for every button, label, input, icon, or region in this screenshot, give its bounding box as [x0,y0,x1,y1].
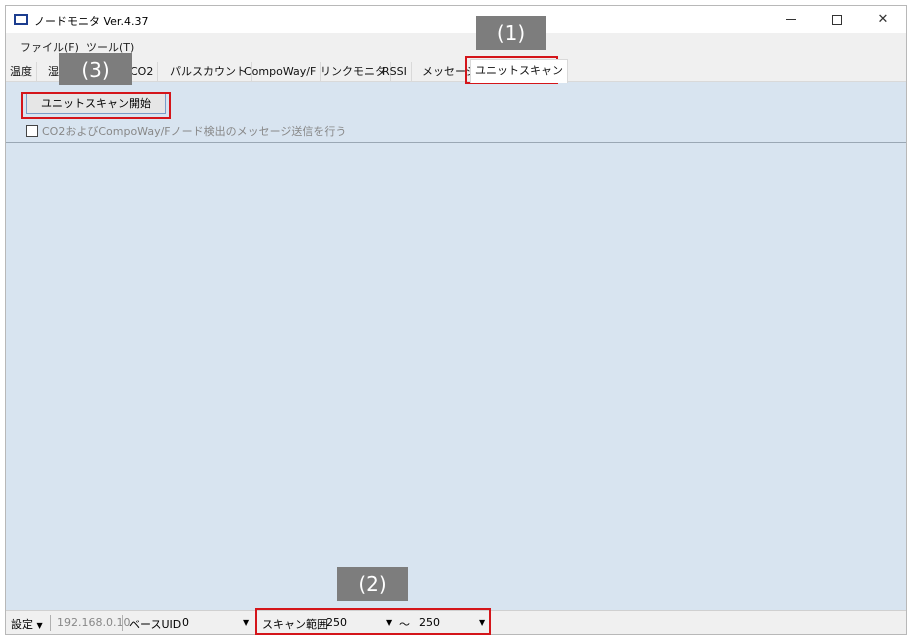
base-uid-label: ベースUID [129,618,182,631]
tab-strip: 温度 湿度 照度 CO2 パルスカウント CompoWay/F リンクモニタ R… [6,59,906,83]
tab-rssi[interactable]: RSSI [378,62,412,82]
unit-scan-panel: ユニットスキャン開始 CO2およびCompoWay/Fノード検出のメッセージ送信… [6,82,906,610]
status-separator [122,615,123,631]
title-bar[interactable]: ノードモニタ Ver.4.37 ✕ [6,6,906,33]
close-icon: ✕ [877,12,889,27]
message-send-label: CO2およびCompoWay/Fノード検出のメッセージ送信を行う [42,125,347,138]
status-separator [50,615,51,631]
minimize-icon [786,19,796,20]
window-title: ノードモニタ Ver.4.37 [34,15,149,28]
callout-label-1: (1) [476,16,546,50]
panel-divider [6,142,906,143]
callout-label-3: (3) [59,53,132,85]
window-icon [14,14,28,25]
tab-compoway[interactable]: CompoWay/F [240,62,322,82]
callout-highlight-scan-button [21,92,171,119]
settings-dropdown[interactable]: 設定 ▼ [11,616,43,632]
chevron-down-icon[interactable]: ▼ [243,618,249,627]
callout-label-2: (2) [337,567,408,601]
message-send-option[interactable]: CO2およびCompoWay/Fノード検出のメッセージ送信を行う [26,124,346,138]
message-send-checkbox[interactable] [26,125,38,137]
maximize-icon [832,14,842,25]
callout-highlight-scan-range [255,608,491,635]
minimize-button[interactable] [768,6,814,33]
close-button[interactable]: ✕ [860,6,906,33]
maximize-button[interactable] [814,6,860,33]
base-uid-value[interactable]: 0 [182,616,189,629]
menu-bar: ファイル(F) ツール(T) [6,36,906,56]
settings-label: 設定 [11,618,33,631]
ip-address: 192.168.0.10 [57,616,131,629]
chevron-down-icon: ▼ [36,621,43,630]
tab-unit-scan[interactable]: ユニットスキャン [470,59,568,83]
tab-temperature[interactable]: 温度 [6,62,37,82]
